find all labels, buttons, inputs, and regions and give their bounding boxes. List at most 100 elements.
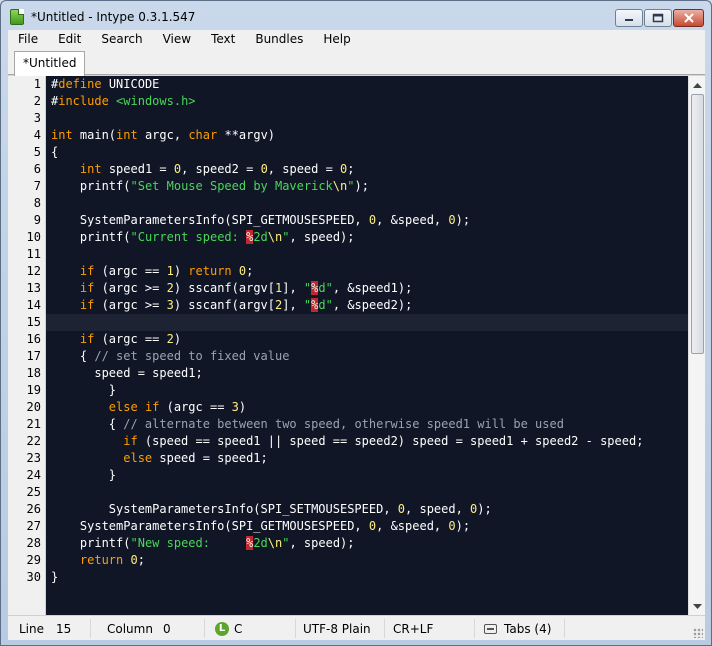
line-number: 1 (33, 77, 41, 91)
scrollbar-thumb[interactable] (691, 94, 704, 354)
code-line[interactable]: } (51, 467, 116, 484)
code-line[interactable]: if (argc == 2) (51, 331, 181, 348)
code-line[interactable]: printf("New speed: %2d\n", speed); (51, 535, 355, 552)
status-column-value: 0 (163, 622, 171, 636)
line-number: 18 (26, 366, 41, 380)
code-line[interactable]: printf("Set Mouse Speed by Maverick\n"); (51, 178, 369, 195)
menu-text[interactable]: Text (201, 30, 245, 49)
line-number: 20 (26, 400, 41, 414)
line-number: 17 (26, 349, 41, 363)
line-number: 28 (26, 536, 41, 550)
intype-app-icon (10, 9, 24, 25)
close-icon (683, 13, 694, 23)
title-bar[interactable]: *Untitled - Intype 0.3.1.547 (1, 1, 711, 30)
current-line-highlight (46, 314, 688, 331)
code-line[interactable]: { // set speed to fixed value (51, 348, 290, 365)
status-separator (204, 619, 205, 638)
status-indent[interactable]: Tabs (4) (504, 620, 551, 638)
line-number: 27 (26, 519, 41, 533)
menu-edit[interactable]: Edit (48, 30, 91, 49)
line-number: 11 (26, 247, 41, 261)
code-line[interactable]: { // alternate between two speed, otherw… (51, 416, 564, 433)
tab-untitled[interactable]: *Untitled (14, 51, 86, 76)
line-number: 24 (26, 468, 41, 482)
status-separator (295, 619, 296, 638)
language-icon: L (215, 622, 229, 636)
line-number-gutter: 1 2 3 4 5 6 7 8 9 10 11 12 13 14 15 16 17 18 19 20 21 22 23 24 2… (8, 76, 46, 615)
status-encoding[interactable]: UTF-8 Plain (303, 620, 371, 638)
line-number: 3 (33, 111, 41, 125)
line-number: 9 (33, 213, 41, 227)
line-number: 29 (26, 553, 41, 567)
editor: 1 2 3 4 5 6 7 8 9 10 11 12 13 14 15 16 17 18 19 20 21 22 23 24 2… (8, 76, 705, 615)
line-number: 7 (33, 179, 41, 193)
line-number: 22 (26, 434, 41, 448)
resize-grip-icon[interactable] (693, 628, 703, 638)
menu-bundles[interactable]: Bundles (245, 30, 313, 49)
line-number: 15 (26, 315, 41, 329)
status-separator (474, 619, 475, 638)
menu-help[interactable]: Help (313, 30, 360, 49)
code-line[interactable]: if (argc == 1) return 0; (51, 263, 253, 280)
scroll-down-arrow[interactable] (689, 598, 706, 615)
code-line[interactable]: int main(int argc, char **argv) (51, 127, 275, 144)
menu-file[interactable]: File (8, 30, 48, 49)
chevron-down-icon (693, 603, 702, 609)
line-number: 30 (26, 570, 41, 584)
window-title: *Untitled - Intype 0.3.1.547 (31, 10, 196, 24)
chevron-up-icon (693, 82, 702, 88)
line-number: 4 (33, 128, 41, 142)
status-line-endings[interactable]: CR+LF (393, 620, 433, 638)
menu-search[interactable]: Search (91, 30, 152, 49)
status-line-value: 15 (56, 622, 72, 636)
code-line[interactable]: { (51, 144, 58, 161)
line-number: 14 (26, 298, 41, 312)
status-separator (90, 619, 91, 638)
maximize-icon (652, 13, 664, 23)
code-line[interactable]: if (argc >= 3) sscanf(argv[2], "%d", &sp… (51, 297, 412, 314)
app-window: *Untitled - Intype 0.3.1.547 File Edit S… (0, 0, 712, 646)
menu-view[interactable]: View (153, 30, 201, 49)
scroll-up-arrow[interactable] (689, 76, 706, 93)
code-line[interactable]: if (argc >= 2) sscanf(argv[1], "%d", &sp… (51, 280, 412, 297)
code-line[interactable]: else if (argc == 3) (51, 399, 246, 416)
code-line[interactable]: return 0; (51, 552, 145, 569)
tab-strip: *Untitled (8, 49, 705, 76)
line-number: 23 (26, 451, 41, 465)
code-line[interactable]: SystemParametersInfo(SPI_GETMOUSESPEED, … (51, 518, 470, 535)
line-number: 2 (33, 94, 41, 108)
line-number: 5 (33, 145, 41, 159)
code-line[interactable]: #include <windows.h> (51, 93, 196, 110)
code-line[interactable]: SystemParametersInfo(SPI_GETMOUSESPEED, … (51, 212, 470, 229)
code-line[interactable]: #define UNICODE (51, 76, 159, 93)
line-number: 10 (26, 230, 41, 244)
maximize-button[interactable] (644, 9, 672, 27)
code-line[interactable]: SystemParametersInfo(SPI_SETMOUSESPEED, … (51, 501, 492, 518)
line-number: 13 (26, 281, 41, 295)
tabs-icon (484, 624, 497, 634)
code-line[interactable]: } (51, 382, 116, 399)
line-number: 19 (26, 383, 41, 397)
line-number: 21 (26, 417, 41, 431)
menu-bar: File Edit Search View Text Bundles Help (8, 30, 705, 49)
line-number: 6 (33, 162, 41, 176)
minimize-icon (625, 19, 633, 21)
code-line[interactable]: printf("Current speed: %2d\n", speed); (51, 229, 355, 246)
close-button[interactable] (673, 9, 704, 27)
code-line[interactable]: if (speed == speed1 || speed == speed2) … (51, 433, 643, 450)
code-line[interactable]: speed = speed1; (51, 365, 202, 382)
minimize-button[interactable] (615, 9, 643, 27)
line-number: 8 (33, 196, 41, 210)
status-separator (384, 619, 385, 638)
vertical-scrollbar[interactable] (688, 76, 705, 615)
code-area[interactable]: #define UNICODE #include <windows.h> int m… (46, 76, 688, 615)
status-line-label: Line (19, 622, 45, 636)
line-number: 26 (26, 502, 41, 516)
code-line[interactable]: else speed = speed1; (51, 450, 268, 467)
line-number: 25 (26, 485, 41, 499)
status-language[interactable]: C (234, 620, 242, 638)
line-number: 16 (26, 332, 41, 346)
line-number: 12 (26, 264, 41, 278)
code-line[interactable]: } (51, 569, 58, 586)
code-line[interactable]: int speed1 = 0, speed2 = 0, speed = 0; (51, 161, 355, 178)
